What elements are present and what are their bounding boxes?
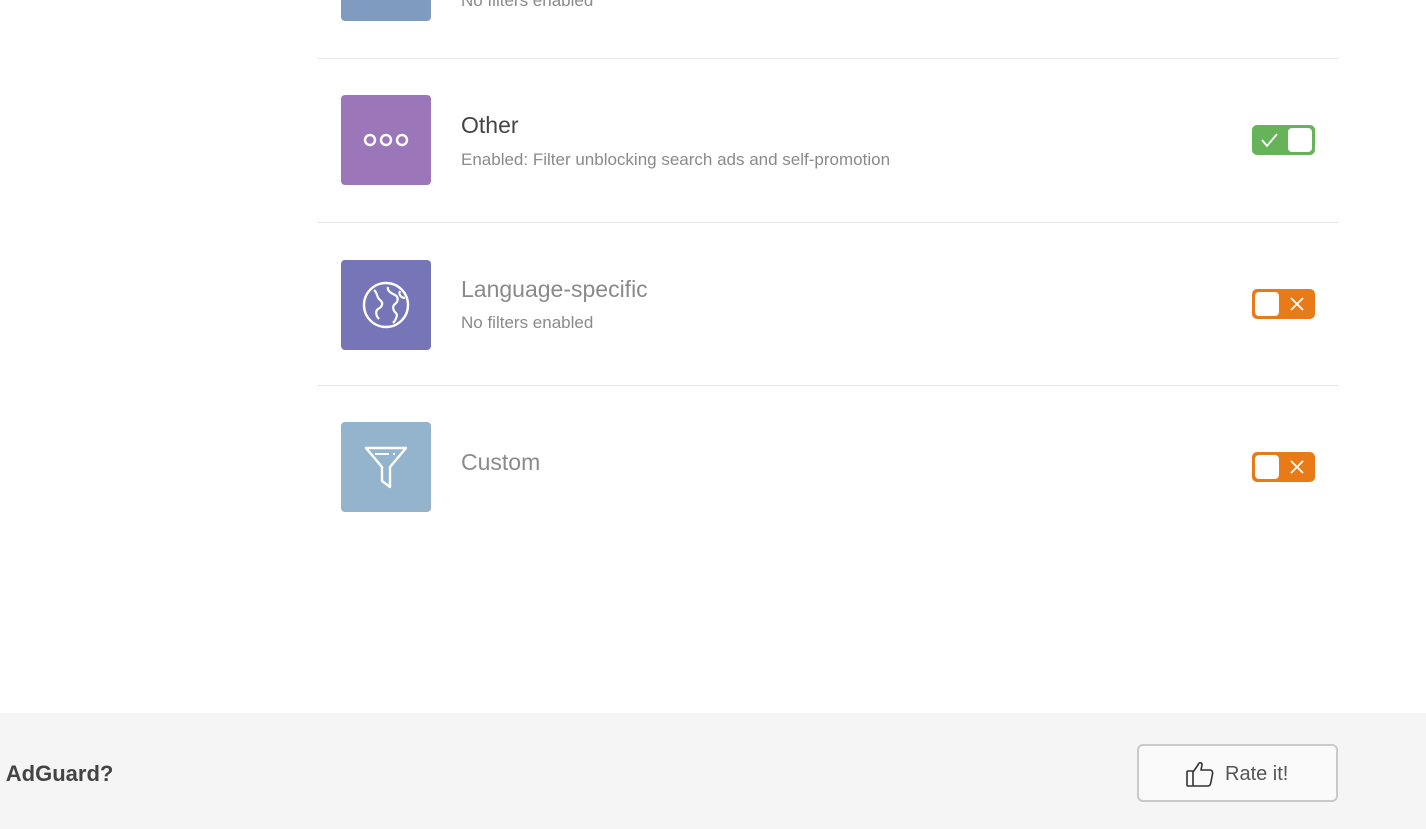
filter-group-row-other[interactable]: Other Enabled: Filter unblocking search …: [318, 59, 1338, 223]
filter-group-title: Custom: [461, 449, 541, 475]
filter-group-row-language[interactable]: Language-specific No filters enabled: [318, 223, 1338, 386]
toggle-custom[interactable]: [1252, 452, 1315, 482]
filter-group-tile-other: [341, 95, 431, 185]
filter-group-status: Enabled: Filter unblocking search ads an…: [461, 150, 891, 169]
rate-it-label: Rate it!: [1225, 763, 1289, 785]
thumbs-up-icon: [1186, 761, 1214, 787]
footer: ke AdGuard? Rate it!: [0, 713, 1426, 829]
check-icon: [1261, 133, 1278, 148]
filter-group-row-custom[interactable]: Custom: [318, 386, 1338, 549]
page: No filters enabled Other Enabled: Filter…: [0, 0, 1426, 829]
filter-group-title: Other: [461, 112, 519, 138]
filter-group-tile: [341, 0, 431, 21]
filter-group-tile-custom: [341, 422, 431, 512]
cross-icon: [1290, 297, 1304, 311]
cross-icon: [1290, 460, 1304, 474]
toggle-knob: [1255, 455, 1279, 479]
toggle-other[interactable]: [1252, 125, 1315, 155]
filter-group-tile-language: [341, 260, 431, 350]
filter-group-title: Language-specific: [461, 276, 648, 302]
toggle-knob: [1255, 292, 1279, 316]
globe-icon: [362, 281, 410, 329]
filter-group-status: No filters enabled: [461, 313, 594, 332]
funnel-icon: [364, 446, 408, 489]
filter-group-status: No filters enabled: [461, 0, 594, 10]
filter-group-row-partial[interactable]: No filters enabled: [318, 0, 1338, 59]
rate-it-button[interactable]: Rate it!: [1137, 744, 1338, 802]
dots-icon: [363, 133, 409, 147]
toggle-knob: [1288, 128, 1312, 152]
toggle-language[interactable]: [1252, 289, 1315, 319]
footer-question: ke AdGuard?: [0, 761, 114, 786]
